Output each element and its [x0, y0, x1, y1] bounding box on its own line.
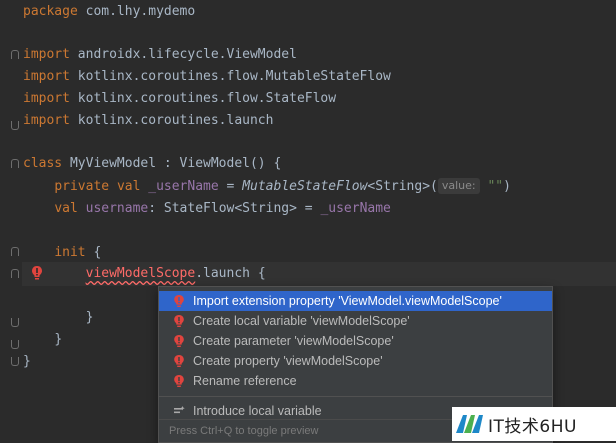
fold-marker-icon[interactable] — [11, 340, 19, 349]
import-keyword: import — [23, 113, 70, 128]
close-brace: } — [54, 332, 63, 347]
package-keyword: package — [23, 4, 78, 19]
editor-gutter[interactable] — [0, 0, 22, 441]
import-keyword: import — [23, 47, 70, 62]
import-path: kotlinx.coroutines.launch — [69, 113, 274, 128]
error-bulb-icon — [174, 315, 184, 327]
quick-fix-rename-reference[interactable]: Rename reference — [159, 371, 552, 391]
val-keyword: val — [54, 201, 86, 216]
code-line-import[interactable]: import androidx.lifecycle.ViewModel — [23, 44, 297, 66]
code-line-init[interactable]: init { — [23, 242, 101, 264]
menu-divider — [159, 396, 552, 397]
error-bulb-icon — [174, 295, 184, 307]
close-paren: ) — [503, 179, 511, 194]
fold-marker-icon[interactable] — [11, 50, 19, 59]
quick-fix-label: Rename reference — [193, 374, 297, 388]
code-line-package[interactable]: package com.lhy.mydemo — [23, 1, 195, 23]
code-line-import[interactable]: import kotlinx.coroutines.flow.StateFlow — [23, 88, 336, 110]
class-keyword: class — [23, 156, 70, 171]
code-line-launch[interactable]: viewModelScope.launch { — [23, 263, 266, 285]
package-name: com.lhy.mydemo — [77, 4, 196, 19]
import-path: kotlinx.coroutines.flow.StateFlow — [69, 91, 337, 106]
watermark: IT技术6HU — [452, 407, 616, 441]
code-line-close-brace[interactable]: } — [23, 329, 62, 351]
code-line-import[interactable]: import kotlinx.coroutines.launch — [23, 110, 273, 132]
error-bulb-icon — [174, 355, 184, 367]
refactor-wand-icon — [174, 406, 185, 414]
constructor-call: MutableStateFlow — [242, 179, 368, 194]
code-line-close-brace[interactable]: } — [23, 307, 94, 329]
fold-marker-icon[interactable] — [11, 357, 19, 366]
quick-fix-label: Create local variable 'viewModelScope' — [193, 314, 410, 328]
import-path: kotlinx.coroutines.flow.MutableStateFlow — [69, 69, 391, 84]
code-line-close-brace[interactable]: } — [23, 351, 31, 373]
class-name: MyViewModel — [69, 156, 157, 171]
code-line-import[interactable]: import kotlinx.coroutines.flow.MutableSt… — [23, 66, 391, 88]
parameter-hint: value: — [437, 178, 480, 194]
fold-marker-icon[interactable] — [11, 247, 19, 256]
class-supertype: : ViewModel() { — [156, 156, 282, 171]
assign-operator: = — [218, 179, 243, 194]
field-name: username — [85, 201, 149, 216]
quick-fix-create-local-variable[interactable]: Create local variable 'viewModelScope' — [159, 311, 552, 331]
field-reference: _userName — [320, 201, 391, 216]
type-declaration: : StateFlow<String> = — [148, 201, 321, 216]
private-keyword: private — [54, 179, 117, 194]
code-line-private-field[interactable]: private val _userName = MutableStateFlow… — [23, 176, 511, 198]
open-brace: { — [85, 245, 102, 260]
error-bulb-icon — [174, 375, 184, 387]
quick-fix-label: Introduce local variable — [193, 404, 322, 418]
watermark-logo-icon — [456, 415, 483, 433]
error-bulb-icon — [174, 335, 184, 347]
fold-marker-icon[interactable] — [11, 269, 19, 278]
fold-marker-icon[interactable] — [11, 121, 19, 130]
quick-fix-label: Create parameter 'viewModelScope' — [193, 334, 394, 348]
init-keyword: init — [54, 245, 86, 260]
val-keyword: val — [116, 179, 149, 194]
close-brace: } — [23, 354, 31, 369]
quick-fix-label: Create property 'viewModelScope' — [193, 354, 383, 368]
generic-args: <String>( — [367, 179, 438, 194]
field-name: _userName — [148, 179, 219, 194]
import-path: androidx.lifecycle.ViewModel — [69, 47, 297, 62]
launch-call: .launch { — [195, 266, 266, 281]
unresolved-reference[interactable]: viewModelScope — [86, 266, 196, 281]
fold-marker-icon[interactable] — [11, 318, 19, 327]
code-line-class[interactable]: class MyViewModel : ViewModel() { — [23, 153, 281, 175]
string-literal: "" — [487, 179, 504, 194]
watermark-text: IT技术6HU — [488, 416, 577, 437]
quick-fix-label: Import extension property 'ViewModel.vie… — [193, 294, 502, 308]
quick-fix-create-property[interactable]: Create property 'viewModelScope' — [159, 351, 552, 371]
code-line-public-field[interactable]: val username: StateFlow<String> = _userN… — [23, 198, 391, 220]
fold-marker-icon[interactable] — [11, 159, 19, 168]
quick-fix-import-extension[interactable]: Import extension property 'ViewModel.vie… — [159, 291, 552, 311]
quick-fix-create-parameter[interactable]: Create parameter 'viewModelScope' — [159, 331, 552, 351]
import-keyword: import — [23, 91, 70, 106]
close-brace: } — [85, 310, 94, 325]
import-keyword: import — [23, 69, 70, 84]
